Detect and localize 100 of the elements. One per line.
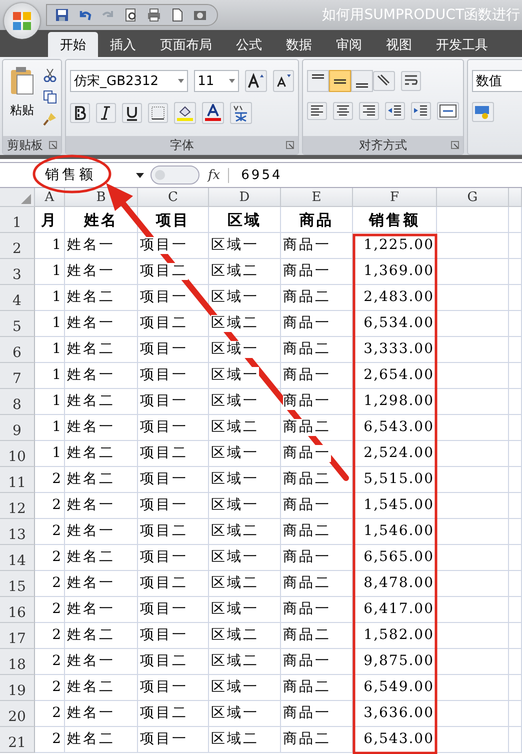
table-cell: 商品二 (283, 575, 331, 592)
camera-icon[interactable] (193, 8, 207, 22)
font-size-dropdown[interactable]: 11 (194, 70, 239, 92)
name-box[interactable]: 销售额 (0, 166, 150, 184)
office-button[interactable] (4, 3, 40, 39)
copy-icon[interactable] (43, 90, 57, 104)
empty-cell (509, 467, 522, 493)
row-header[interactable]: 10 (0, 441, 35, 467)
row-header[interactable]: 15 (0, 571, 35, 597)
font-name-dropdown[interactable]: 仿宋_GB2312 (70, 70, 188, 92)
row-header[interactable]: 1 (0, 207, 35, 233)
brush-icon[interactable] (43, 112, 57, 126)
row-header[interactable]: 20 (0, 701, 35, 727)
vertical-align-button[interactable] (351, 70, 373, 92)
row-header[interactable]: 11 (0, 467, 35, 493)
formula-input[interactable]: 6954 (229, 168, 522, 182)
table-cell: 项目一 (140, 367, 188, 384)
dialog-launcher-icon[interactable] (451, 141, 459, 149)
row-header[interactable]: 2 (0, 233, 35, 259)
undo-icon[interactable] (78, 8, 92, 22)
column-header[interactable]: A (35, 188, 65, 207)
table-cell: 1,369.00 (364, 263, 434, 280)
table-cell: 商品二 (283, 627, 331, 644)
table-cell: 姓名一 (67, 419, 115, 436)
row-header[interactable]: 3 (0, 259, 35, 285)
row-header[interactable]: 6 (0, 337, 35, 363)
merge-cells-icon[interactable] (437, 102, 459, 120)
row-header[interactable]: 8 (0, 389, 35, 415)
column-header[interactable]: G (437, 188, 509, 207)
wrap-text-icon[interactable] (401, 71, 421, 91)
ribbon-tab[interactable]: 开始 (48, 32, 98, 57)
currency-icon[interactable] (472, 102, 494, 122)
print-preview-icon[interactable] (124, 8, 138, 22)
row-header[interactable]: 18 (0, 649, 35, 675)
dialog-launcher-icon[interactable] (286, 141, 294, 149)
shrink-font-icon[interactable] (273, 70, 294, 92)
table-cell: 姓名一 (67, 237, 115, 254)
grow-font-icon[interactable] (244, 70, 268, 92)
splitter-handle-icon[interactable] (150, 165, 200, 185)
group-label: 剪贴板 (7, 136, 43, 154)
table-cell: 商品一 (283, 497, 331, 514)
phonetic-icon[interactable] (230, 102, 252, 124)
row-header[interactable]: 19 (0, 675, 35, 701)
ribbon-tab[interactable]: 开发工具 (424, 32, 500, 57)
save-icon[interactable] (55, 8, 69, 22)
vertical-align-button[interactable] (307, 70, 329, 92)
underline-icon[interactable] (122, 103, 142, 123)
table-cell: 项目二 (140, 523, 188, 540)
fill-color-icon[interactable] (174, 102, 196, 124)
column-header[interactable]: F (353, 188, 437, 207)
empty-cell (437, 571, 509, 597)
scissors-icon[interactable] (43, 68, 57, 82)
empty-cell (437, 597, 509, 623)
ribbon-tab[interactable]: 插入 (98, 32, 148, 57)
borders-icon[interactable] (148, 103, 168, 123)
table-cell: 姓名一 (67, 601, 115, 618)
ribbon-tab[interactable]: 页面布局 (148, 32, 224, 57)
row-header[interactable]: 13 (0, 519, 35, 545)
bold-icon[interactable] (70, 103, 90, 123)
row-header[interactable]: 21 (0, 727, 35, 753)
text-orientation-icon[interactable] (373, 71, 395, 91)
table-cell: 姓名二 (67, 471, 115, 488)
align-right-icon[interactable] (359, 102, 379, 120)
row-header[interactable]: 4 (0, 285, 35, 311)
row-header[interactable]: 7 (0, 363, 35, 389)
insert-function-button[interactable]: fx (200, 168, 230, 182)
ribbon-tab[interactable]: 视图 (374, 32, 424, 57)
font-color-icon[interactable] (202, 102, 224, 124)
empty-cell (437, 519, 509, 545)
italic-icon[interactable] (96, 103, 116, 123)
column-header[interactable]: E (281, 188, 353, 207)
column-header[interactable]: D (209, 188, 281, 207)
increase-indent-icon[interactable] (411, 102, 431, 120)
row-header[interactable]: 5 (0, 311, 35, 337)
table-cell: 2,524.00 (364, 445, 434, 462)
row-header[interactable]: 14 (0, 545, 35, 571)
empty-cell (509, 363, 522, 389)
row-header[interactable]: 16 (0, 597, 35, 623)
align-center-icon[interactable] (333, 102, 353, 120)
ribbon-tab[interactable]: 数据 (274, 32, 324, 57)
number-format-dropdown[interactable]: 数值 (472, 70, 522, 92)
printer-icon[interactable] (147, 8, 161, 22)
vertical-align-button[interactable] (329, 70, 351, 92)
paste-button[interactable]: 粘贴 (7, 64, 37, 132)
row-header[interactable]: 17 (0, 623, 35, 649)
table-cell: 商品二 (283, 289, 331, 306)
row-header[interactable]: 9 (0, 415, 35, 441)
new-document-icon[interactable] (170, 8, 184, 22)
table-cell: 区域一 (211, 705, 259, 722)
table-cell: 姓名二 (67, 549, 115, 566)
dialog-launcher-icon[interactable] (49, 141, 57, 149)
decrease-indent-icon[interactable] (385, 102, 405, 120)
align-left-icon[interactable] (307, 102, 327, 120)
ribbon-tab[interactable]: 公式 (224, 32, 274, 57)
column-header[interactable]: C (138, 188, 209, 207)
table-cell: 区域一 (211, 549, 259, 566)
table-cell: 商品一 (283, 705, 331, 722)
row-header[interactable]: 12 (0, 493, 35, 519)
table-cell: 姓名一 (67, 315, 115, 332)
ribbon-tab[interactable]: 审阅 (324, 32, 374, 57)
